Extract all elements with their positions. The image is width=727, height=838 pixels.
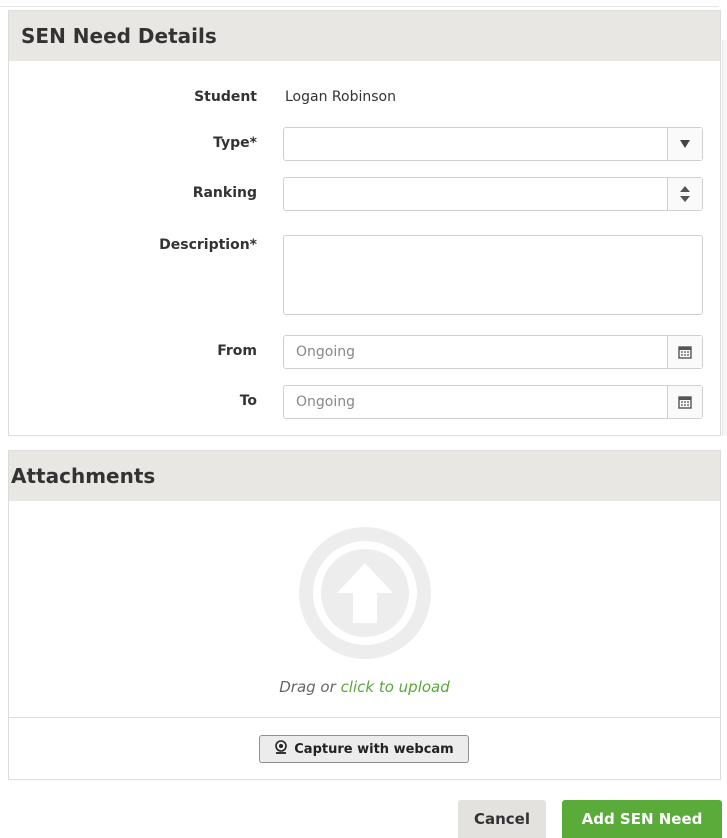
type-label: Type* bbox=[213, 135, 257, 151]
from-label: From bbox=[217, 343, 257, 359]
attachments-panel-header: Attachments bbox=[9, 451, 720, 501]
type-select[interactable] bbox=[283, 127, 703, 161]
add-sen-need-button[interactable]: Add SEN Need bbox=[562, 800, 722, 838]
triangle-down-icon[interactable] bbox=[667, 128, 702, 160]
ranking-label: Ranking bbox=[192, 185, 257, 201]
upload-instructions: Drag or click to upload bbox=[9, 678, 720, 696]
from-placeholder: Ongoing bbox=[296, 344, 355, 360]
attachments-panel: Attachments Drag or click to upload Capt… bbox=[8, 450, 721, 780]
drag-text: Drag or bbox=[279, 678, 336, 696]
description-label: Description* bbox=[159, 237, 257, 253]
student-label: Student bbox=[194, 89, 257, 105]
capture-webcam-button[interactable]: Capture with webcam bbox=[259, 735, 469, 763]
details-panel-title: SEN Need Details bbox=[21, 24, 217, 48]
attachments-panel-title: Attachments bbox=[11, 464, 156, 488]
sen-need-details-panel: SEN Need Details Student Logan Robinson … bbox=[8, 10, 721, 436]
calendar-icon[interactable] bbox=[667, 386, 702, 418]
student-value: Logan Robinson bbox=[285, 89, 396, 105]
calendar-icon[interactable] bbox=[667, 336, 702, 368]
attachments-divider bbox=[9, 717, 720, 718]
click-to-upload-link[interactable]: click to upload bbox=[341, 678, 450, 696]
to-placeholder: Ongoing bbox=[296, 394, 355, 410]
details-panel-header: SEN Need Details bbox=[9, 11, 720, 61]
top-divider bbox=[0, 6, 719, 7]
upload-arrow-icon[interactable] bbox=[299, 527, 431, 659]
scrollbar[interactable] bbox=[722, 40, 727, 436]
cancel-button[interactable]: Cancel bbox=[458, 800, 546, 838]
to-label: To bbox=[239, 393, 257, 409]
webcam-button-label: Capture with webcam bbox=[294, 741, 454, 757]
webcam-icon bbox=[274, 740, 288, 758]
description-textarea[interactable] bbox=[283, 235, 703, 315]
ranking-stepper[interactable] bbox=[283, 177, 703, 211]
from-date-input[interactable]: Ongoing bbox=[283, 335, 703, 369]
updown-arrows-icon[interactable] bbox=[667, 178, 702, 210]
to-date-input[interactable]: Ongoing bbox=[283, 385, 703, 419]
